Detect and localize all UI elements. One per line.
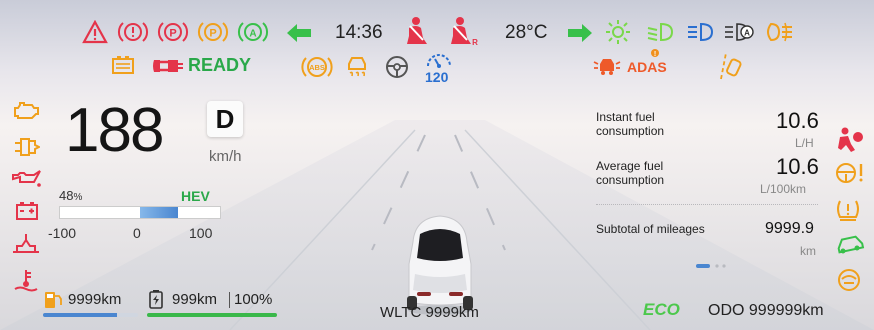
svg-text:P: P (169, 28, 176, 40)
svg-text:P: P (209, 28, 216, 40)
average-fuel-label-line1: Average fuel (596, 159, 664, 173)
eco-mode-badge: ECO (643, 300, 680, 319)
svg-text:R: R (472, 38, 478, 46)
low-beam-icon (645, 21, 675, 43)
svg-text:!: ! (654, 51, 656, 58)
svg-text:A: A (744, 29, 750, 38)
subtotal-label: Subtotal of mileages (596, 222, 705, 236)
speed-unit: km/h (209, 148, 242, 165)
hybrid-system-icon (110, 54, 138, 78)
steering-wheel-icon (384, 54, 410, 80)
warning-triangle-icon (82, 20, 108, 44)
power-percent-value: 48 (59, 188, 74, 203)
power-percent: 48% (59, 188, 82, 203)
auto-high-beam-icon: A (723, 21, 757, 43)
lane-keep-icon (718, 51, 744, 81)
oil-pressure-icon (10, 168, 42, 190)
high-beam-icon (685, 21, 715, 43)
traction-off-icon (834, 232, 866, 256)
instant-fuel-label-line1: Instant fuel (596, 110, 655, 124)
electric-range-unit: km (197, 291, 218, 308)
adas-fault-icon (592, 54, 622, 80)
fog-light-icon (765, 21, 795, 43)
battery-level-fill (147, 313, 277, 317)
range-divider (229, 292, 230, 308)
svg-text:A: A (249, 29, 256, 40)
gear-indicator: D (207, 101, 243, 137)
battery-level-bar (147, 313, 277, 317)
fuel-level-fill (43, 313, 118, 317)
power-scale-max: 100 (189, 225, 213, 241)
ready-indicator: READY (188, 55, 252, 75)
fuel-range-value: 9999 (68, 291, 102, 308)
instrument-cluster: P P A 14:36 R 28°C A READY ABS 120 ! ADA… (0, 0, 874, 330)
passenger-seatbelt-icon: R (447, 16, 479, 46)
power-scale-zero: 0 (133, 225, 141, 241)
airbag-icon (835, 126, 865, 154)
average-fuel-label-line2: consumption (596, 173, 665, 187)
subtotal-value: 9999.9 (765, 220, 814, 237)
adas-warning-dot-icon: ! (650, 48, 660, 58)
average-fuel-unit: L/100km (760, 182, 807, 196)
coolant-temp-icon (12, 268, 40, 294)
steering-fault-icon (834, 160, 866, 186)
turn-left-arrow-icon (285, 22, 313, 44)
outside-temperature: 28°C (505, 22, 548, 43)
battery-icon (14, 200, 40, 222)
brake-warning-icon (117, 19, 149, 45)
car-icon (407, 215, 473, 315)
svg-text:ABS: ABS (309, 63, 325, 72)
fuel-range: 9999km (68, 291, 121, 308)
page-indicator (696, 256, 736, 274)
wltc-range: WLTC 9999km (380, 304, 479, 321)
power-bar-fill (140, 207, 179, 218)
electric-range: 999km (172, 291, 217, 308)
auto-hold-icon: A (237, 19, 269, 45)
coolant-icon (10, 232, 42, 256)
fuel-level-bar (43, 313, 138, 317)
instant-fuel-value: 10.6 (776, 108, 819, 133)
power-bar (59, 206, 221, 219)
adas-label: ADAS (627, 59, 667, 75)
charging-plug-icon (150, 54, 184, 78)
power-percent-suffix: % (73, 192, 83, 203)
average-fuel-value: 10.6 (776, 154, 819, 179)
panel-divider (596, 204, 818, 205)
parking-brake-orange-icon: P (197, 19, 229, 45)
instant-fuel-label-line2: consumption (596, 124, 665, 138)
tire-pressure-icon (834, 197, 862, 223)
parking-brake-red-icon: P (157, 19, 189, 45)
clock: 14:36 (335, 22, 383, 43)
speed-value: 188 (65, 96, 164, 165)
power-scale-min: -100 (48, 225, 77, 241)
instant-fuel-unit: L/H (795, 136, 814, 150)
traction-control-icon (344, 54, 370, 80)
instant-fuel-label: Instant fuel consumption (596, 110, 664, 138)
odometer: ODO 999999km (708, 302, 824, 319)
electric-range-value: 999 (172, 291, 198, 308)
ev-battery-icon (148, 289, 164, 309)
driver-seatbelt-icon (403, 16, 429, 46)
battery-percent: 100% (234, 291, 273, 308)
abs-icon: ABS (300, 54, 334, 80)
transmission-icon (12, 135, 40, 159)
position-light-icon (604, 18, 632, 46)
drive-mode-hev: HEV (181, 188, 210, 204)
turn-right-arrow-icon (566, 22, 594, 44)
speed-limit-value: 120 (425, 69, 449, 85)
subtotal-unit: km (800, 244, 816, 258)
fuel-pump-icon (42, 288, 64, 310)
fuel-range-unit: km (101, 291, 122, 308)
engine-check-icon (12, 100, 40, 122)
average-fuel-label: Average fuel consumption (596, 159, 664, 187)
brake-assist-icon (836, 267, 862, 293)
